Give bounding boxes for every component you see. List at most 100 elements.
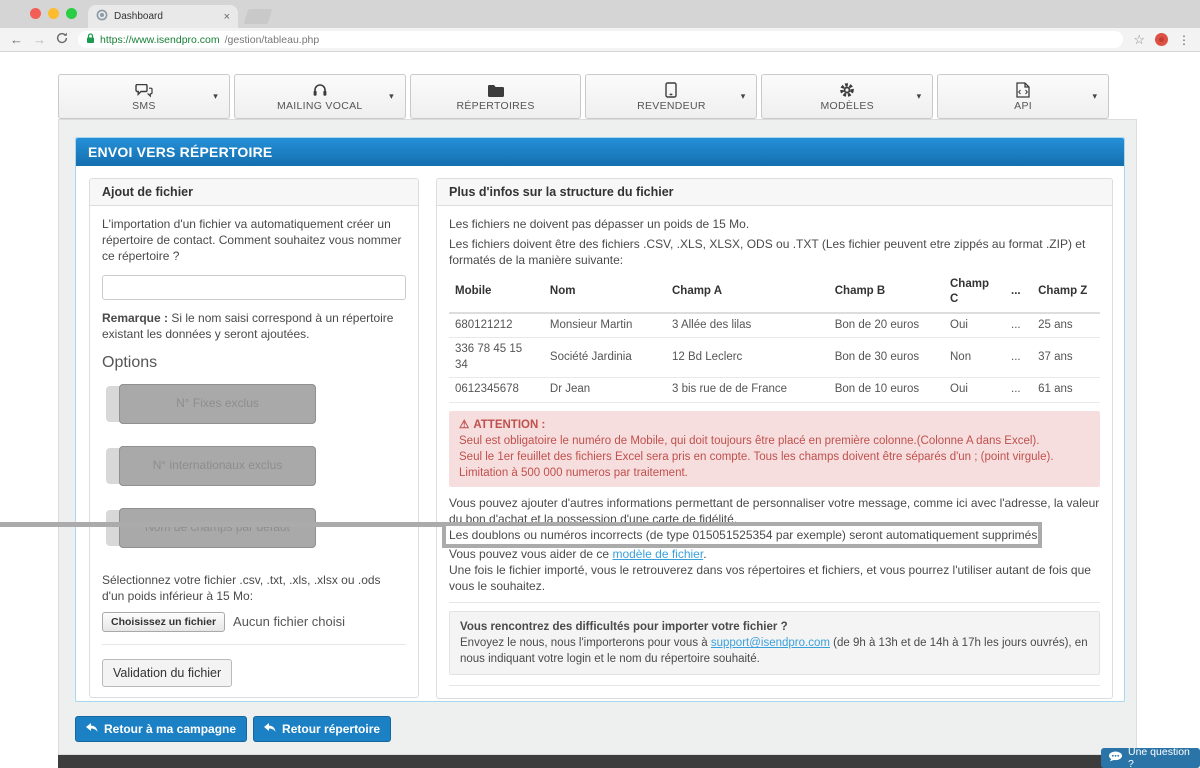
repertoire-name-input[interactable] xyxy=(102,275,406,300)
format-text: Les fichiers doivent être des fichiers .… xyxy=(449,236,1100,268)
choose-file-button[interactable]: Choisissez un fichier xyxy=(102,612,225,632)
chevron-down-icon: ▾ xyxy=(741,91,746,102)
cell: 61 ans xyxy=(1032,378,1100,403)
nav-label: SMS xyxy=(132,100,156,112)
nav-item-revendeur[interactable]: REVENDEUR ▾ xyxy=(585,74,757,119)
col-header-champ-a: Champ A xyxy=(666,273,829,313)
support-text-before: Envoyez le nous, nous l'importerons pour… xyxy=(460,637,711,649)
browser-menu-icon[interactable]: ⋮ xyxy=(1178,33,1190,47)
cell: ... xyxy=(1005,338,1032,378)
envoi-repertoire-section: ENVOI VERS RÉPERTOIRE Ajout de fichier L… xyxy=(75,137,1125,702)
option-fixes-exclus-button[interactable]: N° Fixes exclus xyxy=(106,386,314,422)
table-row: 680121212 Monsieur Martin 3 Allée des li… xyxy=(449,313,1100,338)
tab-title: Dashboard xyxy=(114,11,224,22)
col-header-champ-z: Champ Z xyxy=(1032,273,1100,313)
cell: ... xyxy=(1005,313,1032,338)
cell: Monsieur Martin xyxy=(544,313,666,338)
col-header-nom: Nom xyxy=(544,273,666,313)
col-header-champ-c: Champ C xyxy=(944,273,1005,313)
cell: 680121212 xyxy=(449,313,544,338)
col-header-mobile: Mobile xyxy=(449,273,544,313)
nav-label: MODÈLES xyxy=(821,100,874,112)
attention-line: Limitation à 500 000 numeros par traitem… xyxy=(459,465,1090,481)
cell: 25 ans xyxy=(1032,313,1100,338)
cell: 3 bis rue de de France xyxy=(666,378,829,403)
option-label: N° Fixes exclus xyxy=(119,384,316,424)
button-label: Retour à ma campagne xyxy=(104,722,236,736)
col-header-champ-b: Champ B xyxy=(829,273,944,313)
chevron-down-icon: ▾ xyxy=(213,91,218,102)
options-title: Options xyxy=(102,352,406,374)
nav-item-mailing-vocal[interactable]: MAILING VOCAL ▾ xyxy=(234,74,406,119)
nav-label: RÉPERTOIRES xyxy=(456,100,534,112)
helper-prefix: Vous pouvez vous aider de ce xyxy=(449,547,612,561)
cell: Bon de 10 euros xyxy=(829,378,944,403)
bookmark-star-icon[interactable]: ☆ xyxy=(1133,32,1145,48)
nav-label: MAILING VOCAL xyxy=(277,100,363,112)
nav-label: REVENDEUR xyxy=(637,100,706,112)
cell: 336 78 45 15 34 xyxy=(449,338,544,378)
divider xyxy=(449,602,1100,603)
nav-item-repertoires[interactable]: RÉPERTOIRES xyxy=(410,74,582,119)
validate-file-button[interactable]: Validation du fichier xyxy=(102,659,232,687)
max-size-text: Les fichiers ne doivent pas dépasser un … xyxy=(449,216,1100,232)
chevron-down-icon: ▾ xyxy=(1092,91,1097,102)
gear-icon xyxy=(839,82,855,98)
forward-icon: → xyxy=(33,33,46,46)
window-minimize-button[interactable] xyxy=(48,8,59,19)
cell: Oui xyxy=(944,313,1005,338)
back-icon[interactable]: ← xyxy=(10,33,23,46)
folder-icon xyxy=(487,82,505,98)
support-email-link[interactable]: support@isendpro.com xyxy=(711,637,830,649)
nav-item-api[interactable]: API ▾ xyxy=(937,74,1109,119)
retour-repertoire-button[interactable]: Retour répertoire xyxy=(253,716,391,742)
support-title: Vous rencontrez des difficultés pour imp… xyxy=(460,619,1089,635)
import-intro-text: L'importation d'un fichier va automatiqu… xyxy=(102,216,406,265)
tab-favicon-icon xyxy=(96,8,108,26)
modele-fichier-link[interactable]: modèle de fichier xyxy=(612,547,703,561)
bottom-actions: Retour à ma campagne Retour répertoire xyxy=(75,716,391,742)
personalize-text: Vous pouvez ajouter d'autres information… xyxy=(449,495,1100,527)
url-path: /gestion/tableau.php xyxy=(225,34,320,46)
chat-question-widget[interactable]: Une question ? xyxy=(1101,748,1200,768)
option-internationaux-exclus-button[interactable]: N° internationaux exclus xyxy=(106,448,314,484)
cell: ... xyxy=(1005,378,1032,403)
window-close-button[interactable] xyxy=(30,8,41,19)
chevron-down-icon: ▾ xyxy=(389,91,394,102)
url-host: https://www.isendpro.com xyxy=(100,34,220,46)
retour-campagne-button[interactable]: Retour à ma campagne xyxy=(75,716,247,742)
nav-item-modeles[interactable]: MODÈLES ▾ xyxy=(761,74,933,119)
refresh-icon[interactable] xyxy=(56,31,68,49)
support-help-box: Vous rencontrez des difficultés pour imp… xyxy=(449,611,1100,675)
chat-bubble-icon xyxy=(1108,751,1123,765)
window-zoom-button[interactable] xyxy=(66,8,77,19)
option-champs-defaut-button[interactable]: Nom de champs par défaut xyxy=(106,510,314,546)
cell: 37 ans xyxy=(1032,338,1100,378)
browser-extension-icon[interactable] xyxy=(1155,33,1168,46)
import-result-text: Une fois le fichier importé, vous le ret… xyxy=(449,562,1100,594)
cell: Société Jardinia xyxy=(544,338,666,378)
ajout-fichier-panel: Ajout de fichier L'importation d'un fich… xyxy=(89,178,419,698)
browser-tab-dashboard[interactable]: Dashboard × xyxy=(88,5,238,28)
cell: Oui xyxy=(944,378,1005,403)
tab-close-icon[interactable]: × xyxy=(224,11,230,23)
chevron-down-icon: ▾ xyxy=(917,91,922,102)
chat-widget-label: Une question ? xyxy=(1128,746,1193,768)
remark-text: Remarque : Si le nom saisi correspond à … xyxy=(102,310,406,342)
structure-info-panel: Plus d'infos sur la structure du fichier… xyxy=(436,178,1113,699)
new-tab-button[interactable] xyxy=(244,9,273,24)
address-bar-input[interactable]: https://www.isendpro.com /gestion/tablea… xyxy=(78,31,1123,48)
browser-url-bar: ← → https://www.isendpro.com /gestion/ta… xyxy=(0,28,1200,52)
helper-text: Vous pouvez vous aider de ce modèle de f… xyxy=(449,546,1100,562)
browser-chrome: Dashboard × ← → https://www.isendpro.com… xyxy=(0,0,1200,52)
headset-icon xyxy=(312,82,328,98)
file-status-text: Aucun fichier choisi xyxy=(233,613,345,631)
nav-item-sms[interactable]: SMS ▾ xyxy=(58,74,230,119)
reply-arrow-icon xyxy=(264,722,276,736)
cell: Dr Jean xyxy=(544,378,666,403)
api-doc-icon xyxy=(1016,82,1030,98)
option-label: N° internationaux exclus xyxy=(119,446,316,486)
table-row: 0612345678 Dr Jean 3 bis rue de de Franc… xyxy=(449,378,1100,403)
secure-lock-icon xyxy=(86,31,95,49)
doublons-text: Les doublons ou numéros incorrects (de t… xyxy=(449,527,1100,543)
